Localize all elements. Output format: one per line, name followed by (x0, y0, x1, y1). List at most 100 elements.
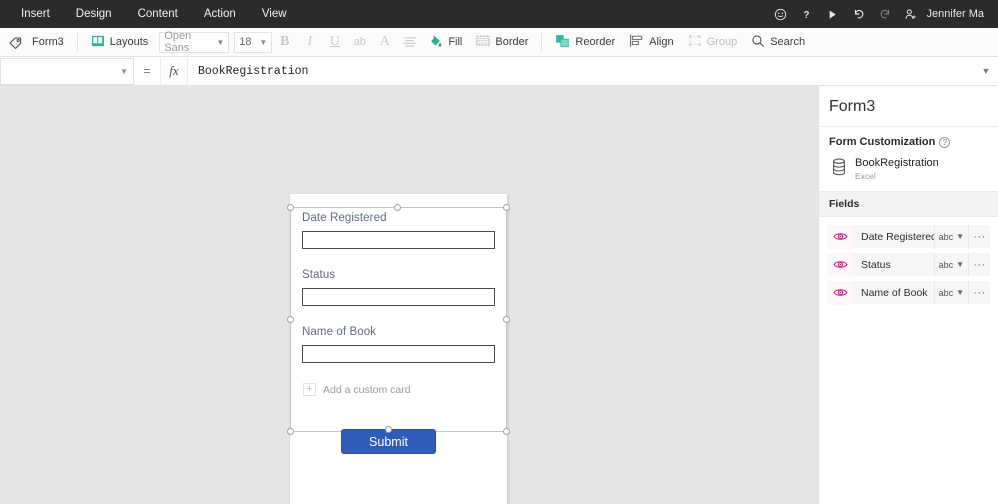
fields-section-header: Fields (819, 191, 998, 218)
form-card-date-registered[interactable]: Date Registered (302, 212, 495, 249)
plus-icon: + (303, 383, 316, 396)
submit-button-handle[interactable] (385, 426, 392, 433)
layouts-label: Layouts (109, 36, 149, 48)
equals-sign: = (143, 64, 151, 78)
field-more-options-button[interactable]: ··· (968, 280, 990, 305)
layouts-button[interactable]: Layouts (84, 30, 156, 54)
selection-handle-bottom-right[interactable] (503, 428, 510, 435)
form-card-name-of-book[interactable]: Name of Book (302, 326, 495, 363)
eye-icon[interactable] (827, 280, 853, 305)
database-icon (831, 158, 847, 181)
border-button[interactable]: Border (469, 30, 535, 54)
field-row-name-of-book[interactable]: Name of Book abc ▼ ··· (827, 280, 990, 306)
align-objects-icon (629, 34, 644, 50)
field-row-status[interactable]: Status abc ▼ ··· (827, 252, 990, 278)
design-canvas[interactable]: Date Registered Status Name of Book + Ad… (0, 86, 818, 504)
play-icon[interactable] (820, 0, 846, 28)
toolbar-divider-1 (76, 33, 78, 51)
selection-handle-top-center[interactable] (394, 204, 401, 211)
italic-icon: I (307, 34, 313, 49)
selection-handle-top-left[interactable] (287, 204, 294, 211)
help-icon[interactable]: ? (939, 136, 951, 148)
reorder-button[interactable]: Reorder (548, 30, 622, 54)
field-type-select[interactable]: abc ▼ (933, 280, 968, 305)
group-icon (688, 34, 702, 50)
field-input-status[interactable] (302, 288, 495, 306)
selection-handle-top-right[interactable] (503, 204, 510, 211)
font-size-select[interactable]: 18 ▼ (234, 31, 273, 53)
chevron-down-icon: ▼ (956, 288, 964, 298)
chevron-down-icon: ▼ (956, 260, 964, 270)
search-button[interactable]: Search (744, 30, 812, 54)
eye-icon[interactable] (827, 252, 853, 277)
toolbar-divider-2 (541, 33, 543, 51)
align-tool-button[interactable]: Align (622, 30, 680, 54)
reorder-label: Reorder (575, 36, 616, 48)
share-user-icon[interactable] (898, 0, 924, 28)
formula-expand-chevron-down-icon[interactable]: ▼ (974, 58, 998, 85)
menu-item-action[interactable]: Action (191, 0, 249, 28)
user-name-label[interactable]: Jennifer Ma (924, 8, 990, 20)
menu-item-content[interactable]: Content (125, 0, 191, 28)
svg-text:?: ? (804, 10, 810, 21)
field-input-name-of-book[interactable] (302, 345, 495, 363)
properties-panel: Form3 Form Customization ? BookRegistrat… (818, 86, 998, 504)
strikethrough-icon: ab (353, 36, 366, 48)
field-type-value: abc (938, 231, 954, 242)
formula-input[interactable]: BookRegistration (188, 58, 974, 85)
font-color-button[interactable]: A (372, 30, 397, 54)
property-select[interactable]: ▼ (0, 57, 134, 85)
fill-button[interactable]: Fill (422, 30, 469, 54)
form-fields-container: Date Registered Status Name of Book + Ad… (290, 194, 507, 396)
form-card-status[interactable]: Status (302, 269, 495, 306)
bold-button[interactable]: B (272, 30, 297, 54)
help-icon[interactable]: ? (794, 0, 820, 28)
panel-title: Form3 (819, 86, 998, 127)
strikethrough-button[interactable]: ab (347, 30, 372, 54)
eye-icon[interactable] (827, 224, 853, 249)
field-label-status: Status (302, 269, 336, 281)
menu-item-design[interactable]: Design (63, 0, 125, 28)
add-custom-card-button[interactable]: + Add a custom card (302, 383, 495, 396)
align-lines-icon (403, 34, 416, 50)
selection-handle-middle-left[interactable] (287, 316, 294, 323)
field-row-name: Name of Book (861, 286, 928, 299)
menu-item-insert[interactable]: Insert (8, 0, 63, 28)
selection-handle-bottom-left[interactable] (287, 428, 294, 435)
field-row-date-registered[interactable]: Date Registered abc ▼ ··· (827, 224, 990, 250)
search-label: Search (770, 36, 806, 48)
fields-list: Date Registered abc ▼ ··· Status abc ▼ ·… (819, 217, 998, 306)
menu-item-view[interactable]: View (249, 0, 300, 28)
form-customization-header: Form Customization ? (819, 127, 998, 154)
chevron-down-icon: ▼ (259, 37, 268, 47)
form-control[interactable]: Date Registered Status Name of Book + Ad… (290, 194, 507, 504)
field-more-options-button[interactable]: ··· (968, 224, 990, 249)
fx-icon[interactable]: fx (160, 57, 188, 85)
undo-icon[interactable] (846, 0, 872, 28)
data-source-row[interactable]: BookRegistration Excel (819, 154, 998, 191)
font-name-select[interactable]: Open Sans ▼ (159, 30, 230, 54)
add-custom-card-label: Add a custom card (323, 383, 411, 396)
redo-icon[interactable] (872, 0, 898, 28)
align-button[interactable] (397, 30, 422, 54)
top-menu-bar: Insert Design Content Action View ? Jenn… (0, 0, 998, 28)
tag-icon (8, 35, 23, 50)
field-label-date-registered: Date Registered (302, 212, 387, 224)
italic-button[interactable]: I (297, 30, 322, 54)
search-icon (751, 34, 765, 51)
field-type-select[interactable]: abc ▼ (933, 252, 968, 277)
field-more-options-button[interactable]: ··· (968, 252, 990, 277)
reorder-icon (555, 34, 570, 51)
paint-bucket-icon (429, 34, 443, 51)
formula-bar: ▼ = fx BookRegistration ▼ (0, 57, 998, 86)
border-icon (476, 35, 490, 49)
field-input-date-registered[interactable] (302, 231, 495, 249)
data-source-name: BookRegistration (855, 157, 939, 169)
app-window: Insert Design Content Action View ? Jenn… (0, 0, 998, 504)
selected-control-label[interactable]: Form3 (25, 30, 71, 54)
bold-icon: B (280, 34, 290, 49)
field-type-select[interactable]: abc ▼ (933, 224, 968, 249)
selection-handle-middle-right[interactable] (503, 316, 510, 323)
smiley-icon[interactable] (768, 0, 794, 28)
underline-button[interactable]: U (322, 30, 347, 54)
